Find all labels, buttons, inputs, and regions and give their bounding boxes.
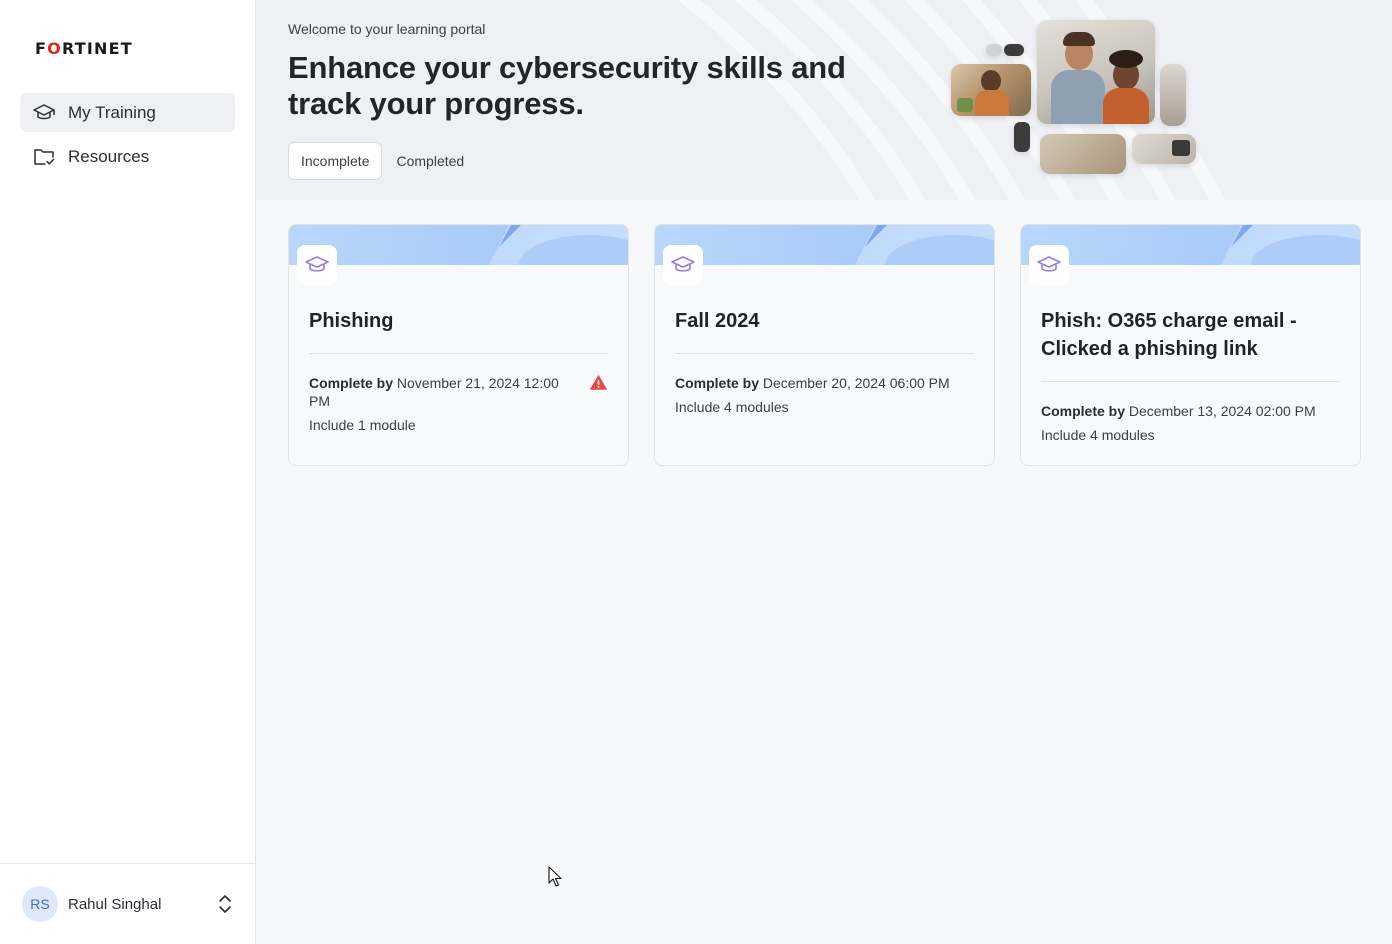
chevron-up-down-icon[interactable] — [215, 893, 235, 915]
tab-completed[interactable]: Completed — [384, 142, 476, 180]
module-count: Include 4 modules — [1041, 427, 1155, 443]
card-title: Phish: O365 charge email - Clicked a phi… — [1041, 307, 1340, 382]
graduation-cap-icon — [663, 245, 703, 285]
page-title: Enhance your cybersecurity skills and tr… — [288, 50, 846, 121]
folder-check-icon — [33, 146, 55, 168]
card-banner — [289, 225, 628, 265]
tab-incomplete[interactable]: Incomplete — [288, 142, 383, 180]
user-name: Rahul Singhal — [68, 895, 162, 913]
training-card-list: Phishing Complete by November 21, 2024 1… — [288, 224, 1361, 466]
collage-photo — [1040, 134, 1126, 174]
card-banner — [655, 225, 994, 265]
avatar: RS — [22, 886, 58, 922]
welcome-text: Welcome to your learning portal — [288, 21, 486, 37]
collage-photo — [1160, 64, 1186, 126]
card-banner — [1021, 225, 1360, 265]
collage-photo — [1004, 44, 1024, 56]
card-title: Phishing — [309, 307, 608, 354]
due-date: December 13, 2024 02:00 PM — [1128, 403, 1316, 419]
graduation-cap-icon — [33, 102, 55, 124]
collage-photo — [1037, 20, 1155, 124]
training-card[interactable]: Fall 2024 Complete by December 20, 2024 … — [654, 224, 995, 466]
training-card[interactable]: Phish: O365 charge email - Clicked a phi… — [1020, 224, 1361, 466]
due-date: December 20, 2024 06:00 PM — [762, 375, 950, 391]
user-menu[interactable]: RS Rahul Singhal — [0, 863, 255, 944]
training-status-tabs: Incomplete Completed — [288, 142, 476, 180]
logo-text: FORTINET — [35, 38, 133, 58]
mouse-cursor-icon — [548, 866, 562, 887]
warning-icon — [590, 375, 608, 410]
module-count: Include 4 modules — [675, 399, 789, 415]
collage-photo — [986, 44, 1002, 56]
card-title: Fall 2024 — [675, 307, 974, 354]
sidebar-item-my-training[interactable]: My Training — [20, 93, 235, 132]
graduation-cap-icon — [1029, 245, 1069, 285]
module-count: Include 1 module — [309, 417, 416, 433]
collage-photo — [1014, 122, 1030, 152]
graduation-cap-icon — [297, 245, 337, 285]
hero-banner: Welcome to your learning portal Enhance … — [256, 0, 1392, 200]
fortinet-logo[interactable]: FORTINET — [35, 38, 133, 58]
sidebar-item-label: My Training — [68, 102, 156, 122]
due-label: Complete by — [1041, 403, 1126, 419]
due-label: Complete by — [675, 375, 760, 391]
training-card[interactable]: Phishing Complete by November 21, 2024 1… — [288, 224, 629, 466]
sidebar-nav: My Training Resources — [20, 93, 235, 181]
hero-photo-collage — [946, 16, 1206, 186]
sidebar: FORTINET My Training Resources RS Rahul … — [0, 0, 256, 944]
collage-photo — [1132, 134, 1196, 164]
due-label: Complete by — [309, 375, 394, 391]
sidebar-item-label: Resources — [68, 146, 150, 166]
sidebar-item-resources[interactable]: Resources — [20, 137, 235, 176]
collage-photo — [951, 64, 1031, 116]
